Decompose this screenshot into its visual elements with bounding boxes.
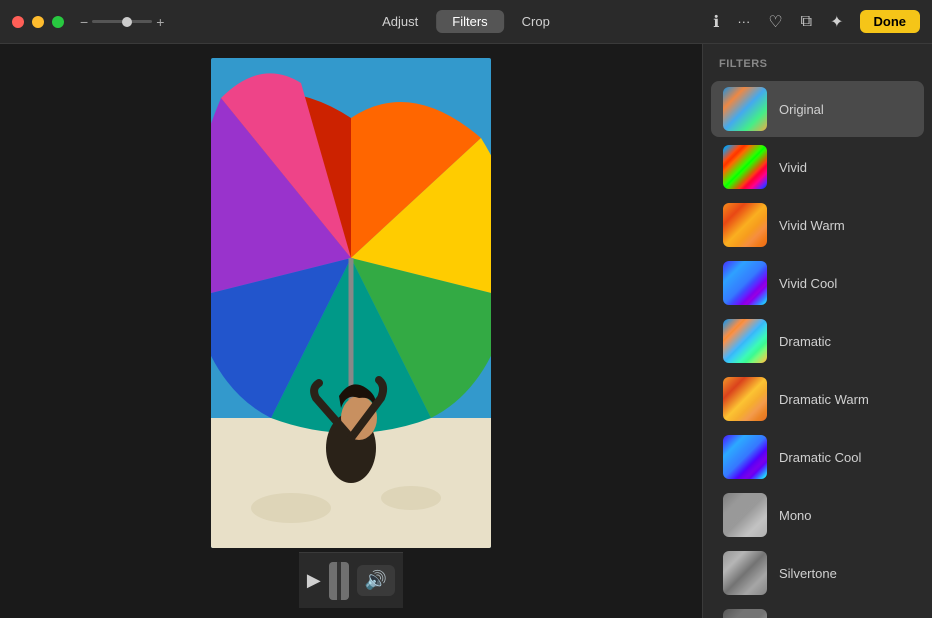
filter-thumb-vivid-warm <box>723 203 767 247</box>
zoom-slider[interactable]: − + <box>80 14 164 30</box>
filter-name-mono: Mono <box>779 508 812 523</box>
filmstrip[interactable] <box>329 562 349 600</box>
main-content: ▶ <box>0 44 932 618</box>
zoom-plus-icon: + <box>156 14 164 30</box>
close-button[interactable] <box>12 16 24 28</box>
filters-header: FILTERS <box>703 44 932 80</box>
toolbar-right: ℹ ··· ♡ ⧉ ✦ Done <box>711 10 920 34</box>
filter-thumb-silvertone <box>723 551 767 595</box>
photo-area: ▶ <box>0 44 702 618</box>
done-button[interactable]: Done <box>860 10 921 33</box>
maximize-button[interactable] <box>52 16 64 28</box>
filter-item-noir[interactable]: Noir <box>711 603 924 618</box>
filter-thumb-vivid-cool <box>723 261 767 305</box>
filter-name-dramatic-warm: Dramatic Warm <box>779 392 869 407</box>
filter-item-vivid-cool[interactable]: Vivid Cool <box>711 255 924 311</box>
filter-item-vivid[interactable]: Vivid <box>711 139 924 195</box>
play-button[interactable]: ▶ <box>307 570 321 591</box>
window-controls <box>12 16 64 28</box>
photo-container <box>10 54 692 552</box>
filter-item-original[interactable]: Original <box>711 81 924 137</box>
filter-name-dramatic: Dramatic <box>779 334 831 349</box>
timeline-area: ▶ <box>299 552 403 608</box>
crop-button[interactable]: Crop <box>506 10 566 33</box>
filter-thumb-dramatic-cool <box>723 435 767 479</box>
heart-button[interactable]: ♡ <box>766 10 784 34</box>
info-button[interactable]: ℹ <box>711 10 721 34</box>
filter-thumb-noir <box>723 609 767 618</box>
duplicate-button[interactable]: ⧉ <box>799 11 814 33</box>
filmstrip-left-bracket <box>329 562 337 600</box>
filter-item-dramatic-warm[interactable]: Dramatic Warm <box>711 371 924 427</box>
filter-item-silvertone[interactable]: Silvertone <box>711 545 924 601</box>
filters-panel: FILTERS Original Vivid Vivid Warm Vivid … <box>702 44 932 618</box>
filter-name-original: Original <box>779 102 824 117</box>
photo-svg <box>211 58 491 548</box>
filter-thumb-vivid <box>723 145 767 189</box>
filmstrip-right-bracket <box>341 562 349 600</box>
filter-thumb-dramatic <box>723 319 767 363</box>
filter-thumb-dramatic-warm <box>723 377 767 421</box>
photo-frame <box>211 58 491 548</box>
zoom-minus-icon: − <box>80 14 88 30</box>
filter-name-vivid-cool: Vivid Cool <box>779 276 837 291</box>
filter-thumb-original <box>723 87 767 131</box>
filter-item-dramatic-cool[interactable]: Dramatic Cool <box>711 429 924 485</box>
filter-thumb-mono <box>723 493 767 537</box>
filter-name-dramatic-cool: Dramatic Cool <box>779 450 861 465</box>
filter-item-dramatic[interactable]: Dramatic <box>711 313 924 369</box>
titlebar: − + Adjust Filters Crop ℹ ··· ♡ ⧉ ✦ Done <box>0 0 932 44</box>
volume-button[interactable]: 🔊 <box>357 565 395 596</box>
adjust-button[interactable]: Adjust <box>366 10 434 33</box>
filter-name-vivid: Vivid <box>779 160 807 175</box>
filter-item-mono[interactable]: Mono <box>711 487 924 543</box>
minimize-button[interactable] <box>32 16 44 28</box>
magic-button[interactable]: ✦ <box>828 10 845 34</box>
filter-name-silvertone: Silvertone <box>779 566 837 581</box>
filter-name-vivid-warm: Vivid Warm <box>779 218 845 233</box>
filter-item-vivid-warm[interactable]: Vivid Warm <box>711 197 924 253</box>
toolbar-center: Adjust Filters Crop <box>366 10 566 33</box>
filters-button[interactable]: Filters <box>436 10 503 33</box>
more-button[interactable]: ··· <box>735 12 752 31</box>
